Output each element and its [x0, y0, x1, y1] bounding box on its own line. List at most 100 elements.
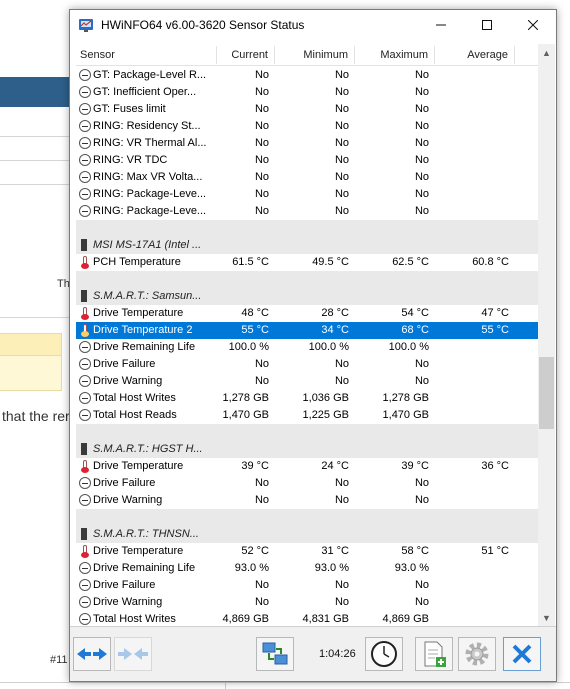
- reset-timer-button[interactable]: [365, 637, 403, 671]
- column-header-average[interactable]: Average: [434, 44, 512, 66]
- sensor-name: GT: Package-Level R...: [93, 69, 207, 81]
- sensor-row[interactable]: Drive Temperature 48 °C 28 °C 54 °C 47 °C: [76, 305, 538, 322]
- minimum-value: 100.0 %: [308, 341, 349, 353]
- average-value: [456, 475, 509, 492]
- scrollbar-thumb[interactable]: [539, 357, 554, 429]
- scroll-down-button[interactable]: ▼: [538, 609, 555, 626]
- minimum-value: No: [334, 86, 349, 98]
- sensor-row[interactable]: Drive Temperature 52 °C 31 °C 58 °C 51 °C: [76, 543, 538, 560]
- close-window-button[interactable]: [510, 10, 556, 40]
- current-value: 1,470 GB: [222, 409, 269, 421]
- sensor-row[interactable]: Drive Failure No No No: [76, 356, 538, 373]
- background-text: that the rer: [2, 408, 70, 424]
- sensor-row[interactable]: Total Host Reads 1,470 GB 1,225 GB 1,470 GB: [76, 407, 538, 424]
- sensor-row[interactable]: RING: Max VR Volta... No No No: [76, 169, 538, 186]
- minimum-value: No: [334, 494, 349, 506]
- log-report-button[interactable]: [415, 637, 453, 671]
- background-divider: [0, 136, 80, 137]
- current-value: 55 °C: [241, 324, 269, 336]
- sensor-row[interactable]: Total Host Writes 1,278 GB 1,036 GB 1,278 G…: [76, 390, 538, 407]
- sensor-name: Drive Warning: [93, 494, 163, 506]
- sensor-row[interactable]: Drive Warning No No No: [76, 492, 538, 509]
- close-sensors-button[interactable]: [503, 637, 541, 671]
- window-title: HWiNFO64 v6.00-3620 Sensor Status: [101, 18, 305, 32]
- double-arrow-icon: [118, 648, 148, 660]
- average-value: [456, 594, 509, 611]
- network-button[interactable]: [256, 637, 294, 671]
- settings-button[interactable]: [458, 637, 496, 671]
- minimum-value: 1,036 GB: [302, 392, 349, 404]
- minimum-value: 24 °C: [321, 460, 349, 472]
- sensor-group-header[interactable]: S.M.A.R.T.: Samsun...: [76, 288, 538, 305]
- maximum-value: 1,278 GB: [382, 392, 429, 404]
- sensor-row[interactable]: PCH Temperature 61.5 °C 49.5 °C 62.5 °C 60.8…: [76, 254, 538, 271]
- column-header-sensor[interactable]: Sensor: [76, 44, 216, 66]
- sensor-row[interactable]: Drive Remaining Life 93.0 % 93.0 % 93.0 %: [76, 560, 538, 577]
- scroll-up-button[interactable]: ▲: [538, 44, 555, 61]
- maximum-value: No: [414, 596, 429, 608]
- thermometer-icon: [79, 324, 91, 337]
- sensor-row[interactable]: Drive Temperature 2 55 °C 34 °C 68 °C 55 °C: [76, 322, 538, 339]
- minimum-value: No: [334, 205, 349, 217]
- maximum-value: 58 °C: [401, 545, 429, 557]
- sensor-row[interactable]: Total Host Writes 4,869 GB 4,831 GB 4,869 G…: [76, 611, 538, 626]
- sensor-row[interactable]: RING: Package-Leve... No No No: [76, 186, 538, 203]
- minimize-icon: [436, 24, 446, 26]
- chevron-down-icon: ▼: [542, 612, 551, 623]
- minimum-value: No: [334, 103, 349, 115]
- sensor-row[interactable]: RING: Residency St... No No No: [76, 118, 538, 135]
- sensor-group-header[interactable]: S.M.A.R.T.: HGST H...: [76, 441, 538, 458]
- background-divider: [0, 682, 570, 683]
- status-icon: [79, 392, 91, 404]
- maximum-value: No: [414, 69, 429, 81]
- maximize-button[interactable]: [464, 10, 510, 40]
- navigate-left-right-button[interactable]: [73, 637, 111, 671]
- column-header-maximum[interactable]: Maximum: [354, 44, 432, 66]
- minimum-value: No: [334, 120, 349, 132]
- sensor-name: Drive Remaining Life: [93, 341, 196, 353]
- title-bar[interactable]: HWiNFO64 v6.00-3620 Sensor Status: [70, 10, 556, 40]
- sensor-row[interactable]: RING: Package-Leve... No No No: [76, 203, 538, 220]
- maximum-value: 100.0 %: [388, 341, 429, 353]
- sensor-row[interactable]: GT: Fuses limit No No No: [76, 101, 538, 118]
- status-icon: [79, 120, 91, 132]
- sensor-group-header[interactable]: S.M.A.R.T.: THNSN...: [76, 526, 538, 543]
- gear-icon: [465, 642, 489, 666]
- sensor-row[interactable]: Drive Warning No No No: [76, 594, 538, 611]
- sensor-row[interactable]: RING: VR TDC No No No: [76, 152, 538, 169]
- sensor-row[interactable]: Drive Failure No No No: [76, 577, 538, 594]
- maximum-value: No: [414, 579, 429, 591]
- sensor-name: Drive Temperature 2: [93, 324, 193, 336]
- minimize-button[interactable]: [418, 10, 464, 40]
- average-value: [456, 118, 509, 135]
- minimum-value: No: [334, 137, 349, 149]
- sensor-name: Drive Temperature: [93, 460, 184, 472]
- sensor-row[interactable]: GT: Inefficient Oper... No No No: [76, 84, 538, 101]
- collapse-columns-button[interactable]: [114, 637, 152, 671]
- status-icon: [79, 596, 91, 608]
- sensor-name: Drive Remaining Life: [93, 562, 196, 574]
- chevron-up-icon: ▲: [542, 47, 551, 58]
- sensor-group-header[interactable]: MSI MS-17A1 (Intel ...: [76, 237, 538, 254]
- sensor-row[interactable]: Drive Remaining Life 100.0 % 100.0 % 100.0 …: [76, 339, 538, 356]
- sensor-row[interactable]: RING: VR Thermal Al... No No No: [76, 135, 538, 152]
- column-header-minimum[interactable]: Minimum: [274, 44, 352, 66]
- sensor-row[interactable]: GT: Package-Level R... No No No: [76, 67, 538, 84]
- network-icon: [262, 642, 288, 665]
- average-value: 51 °C: [481, 545, 509, 557]
- status-icon: [79, 358, 91, 370]
- current-value: No: [254, 154, 269, 166]
- maximum-value: 39 °C: [401, 460, 429, 472]
- group-name: S.M.A.R.T.: HGST H...: [93, 443, 203, 455]
- sensor-row[interactable]: Drive Failure No No No: [76, 475, 538, 492]
- sensor-name: GT: Fuses limit: [93, 103, 166, 115]
- sensor-row[interactable]: Drive Temperature 39 °C 24 °C 39 °C 36 °C: [76, 458, 538, 475]
- thermometer-icon: [79, 256, 91, 269]
- minimum-value: No: [334, 358, 349, 370]
- current-value: 39 °C: [241, 460, 269, 472]
- sensor-name: RING: Package-Leve...: [93, 205, 207, 217]
- sensor-row[interactable]: Drive Warning No No No: [76, 373, 538, 390]
- vertical-scrollbar[interactable]: ▲ ▼: [538, 44, 555, 626]
- column-header-current[interactable]: Current: [216, 44, 272, 66]
- average-value: [456, 152, 509, 169]
